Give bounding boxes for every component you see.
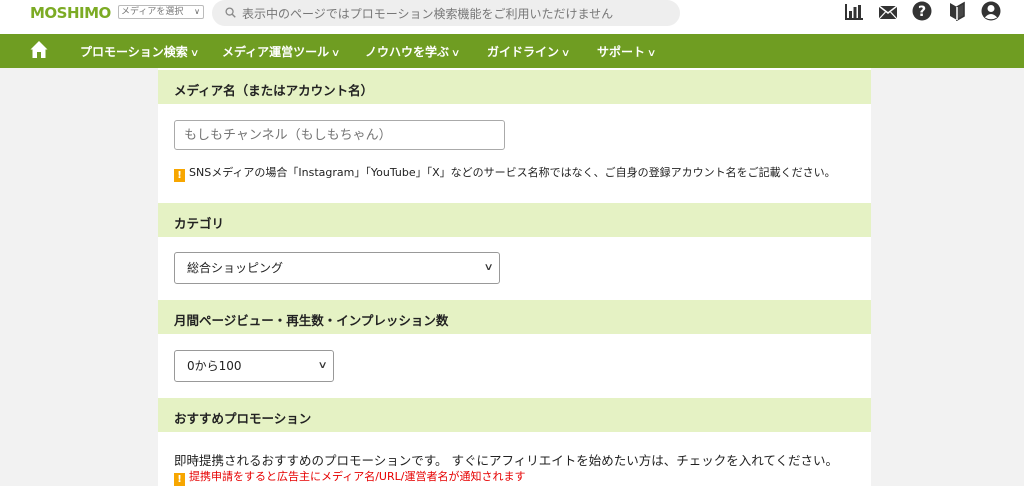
main-nav: プロモーション検索 ∨ メディア運営ツール ∨ ノウハウを学ぶ ∨ ガイドライン ∨ サ…	[0, 34, 1024, 68]
help-icon[interactable]: ?	[912, 1, 932, 21]
nav-item-support[interactable]: サポート ∨	[597, 43, 657, 60]
top-header: MOSHIMO メディアを選択 ∨ 表示中のページではプロモーション検索機能をご…	[0, 0, 1024, 34]
recommended-warning: ! 提携申請をすると広告主にメディア名/URL/運営者名が通知されます	[174, 468, 525, 486]
media-name-input[interactable]	[174, 120, 505, 150]
nav-item-label: ノウハウを学ぶ	[365, 45, 450, 59]
section-header-category: カテゴリ	[158, 203, 871, 237]
report-icon[interactable]	[844, 2, 864, 22]
user-icon[interactable]	[981, 1, 1001, 21]
nav-item-media-tools[interactable]: メディア運営ツール ∨	[222, 43, 341, 60]
section-title: カテゴリ	[174, 216, 225, 231]
chevron-down-icon: ∨	[483, 262, 494, 273]
chevron-down-icon: ∨	[194, 7, 200, 16]
nav-item-label: ガイドライン	[487, 45, 560, 59]
chevron-down-icon: ∨	[189, 48, 200, 59]
recommended-description: 即時提携されるおすすめのプロモーションです。 すぐにアフィリエイトを始めたい方は…	[174, 453, 838, 468]
category-select-value: 総合ショッピング	[187, 261, 284, 275]
warning-icon: !	[174, 169, 185, 182]
media-select-label: メディアを選択	[121, 7, 184, 17]
home-icon[interactable]	[30, 40, 48, 60]
section-title: メディア名（またはアカウント名）	[174, 83, 374, 98]
nav-item-knowhow[interactable]: ノウハウを学ぶ ∨	[365, 43, 461, 60]
section-header-pageviews: 月間ページビュー・再生数・インプレッション数	[158, 300, 871, 334]
category-select[interactable]: 総合ショッピング ∨	[174, 252, 500, 284]
chevron-down-icon: ∨	[450, 48, 461, 59]
media-select[interactable]: メディアを選択 ∨	[118, 5, 204, 19]
pageviews-select-value: 0から100	[187, 359, 242, 373]
search-icon	[225, 7, 236, 18]
chevron-down-icon: ∨	[560, 48, 571, 59]
section-header-recommended: おすすめプロモーション	[158, 398, 871, 432]
mail-icon[interactable]	[878, 2, 898, 22]
warning-icon: !	[174, 473, 185, 486]
search-placeholder: 表示中のページではプロモーション検索機能をご利用いただけません	[242, 7, 614, 21]
chevron-down-icon: ∨	[317, 360, 328, 371]
svg-text:?: ?	[918, 4, 926, 20]
section-header-media-name: メディア名（またはアカウント名）	[158, 70, 871, 104]
chevron-down-icon: ∨	[331, 48, 341, 59]
nav-item-label: メディア運営ツール	[222, 45, 330, 59]
beginner-icon[interactable]	[947, 1, 967, 21]
media-name-note-text: SNSメディアの場合「Instagram」「YouTube」「X」などのサービス…	[189, 166, 836, 179]
media-name-note: ! SNSメディアの場合「Instagram」「YouTube」「X」などのサービ…	[174, 164, 836, 182]
section-title: おすすめプロモーション	[174, 411, 312, 426]
nav-item-label: プロモーション検索	[80, 45, 188, 59]
nav-item-guidelines[interactable]: ガイドライン ∨	[487, 43, 571, 60]
pageviews-select[interactable]: 0から100 ∨	[174, 350, 334, 382]
nav-item-label: サポート	[597, 45, 646, 59]
recommended-warning-text: 提携申請をすると広告主にメディア名/URL/運営者名が通知されます	[189, 470, 526, 483]
nav-item-promotion-search[interactable]: プロモーション検索 ∨	[80, 43, 200, 60]
search-bar[interactable]: 表示中のページではプロモーション検索機能をご利用いただけません	[212, 0, 680, 26]
chevron-down-icon: ∨	[646, 48, 657, 59]
moshimo-logo[interactable]: MOSHIMO	[30, 4, 111, 22]
registration-form: メディア名（またはアカウント名） ! SNSメディアの場合「Instagram」「…	[158, 68, 871, 486]
section-title: 月間ページビュー・再生数・インプレッション数	[174, 313, 449, 328]
